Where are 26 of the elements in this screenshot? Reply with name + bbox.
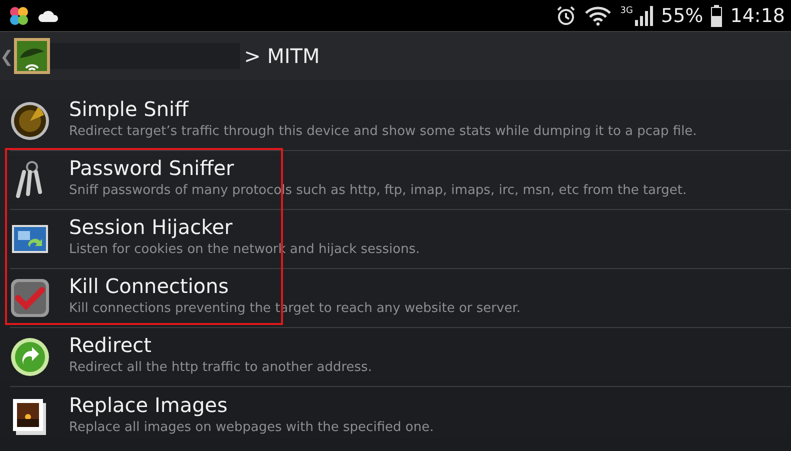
screen-title: > MITM: [244, 44, 320, 68]
item-title: Replace Images: [69, 392, 229, 416]
item-title: Simple Sniff: [69, 97, 190, 121]
battery-percent: 55%: [661, 4, 704, 26]
menu-item[interactable]: Simple Sniff Redirect target’s traffic through this device and show some stats while dumping it to a pcap file.: [10, 92, 791, 151]
menu-item[interactable]: Replace Images Replace all images on webpages with the specified one.: [10, 387, 791, 446]
item-title: Kill Connections: [69, 274, 230, 298]
alarm-icon: [556, 6, 576, 26]
cloud-icon: [38, 8, 60, 22]
app-icon: [8, 4, 30, 26]
back-caret[interactable]: ❮: [0, 46, 14, 66]
item-description: Redirect all the http traffic to another address.: [69, 360, 372, 375]
signal-icon: [635, 6, 653, 26]
network-type: 3G: [620, 6, 633, 16]
clock: 14:18: [730, 4, 785, 26]
radar-icon: [10, 101, 50, 141]
menu-item[interactable]: Redirect Redirect all the http traffic to another address.: [10, 328, 791, 387]
item-description: Replace all images on webpages with the specified one.: [69, 420, 434, 434]
item-title: Redirect: [69, 333, 152, 357]
battery-icon: [711, 4, 722, 26]
item-title: Session Hijacker: [69, 215, 234, 239]
checkmark-icon: [10, 278, 50, 318]
app-logo-icon[interactable]: [14, 38, 50, 74]
wifi-icon: [584, 6, 612, 26]
item-title: Password Sniffer: [69, 156, 236, 180]
item-description: Redirect target’s traffic through this device and show some stats while dumping it to a pcap file.: [69, 124, 697, 139]
